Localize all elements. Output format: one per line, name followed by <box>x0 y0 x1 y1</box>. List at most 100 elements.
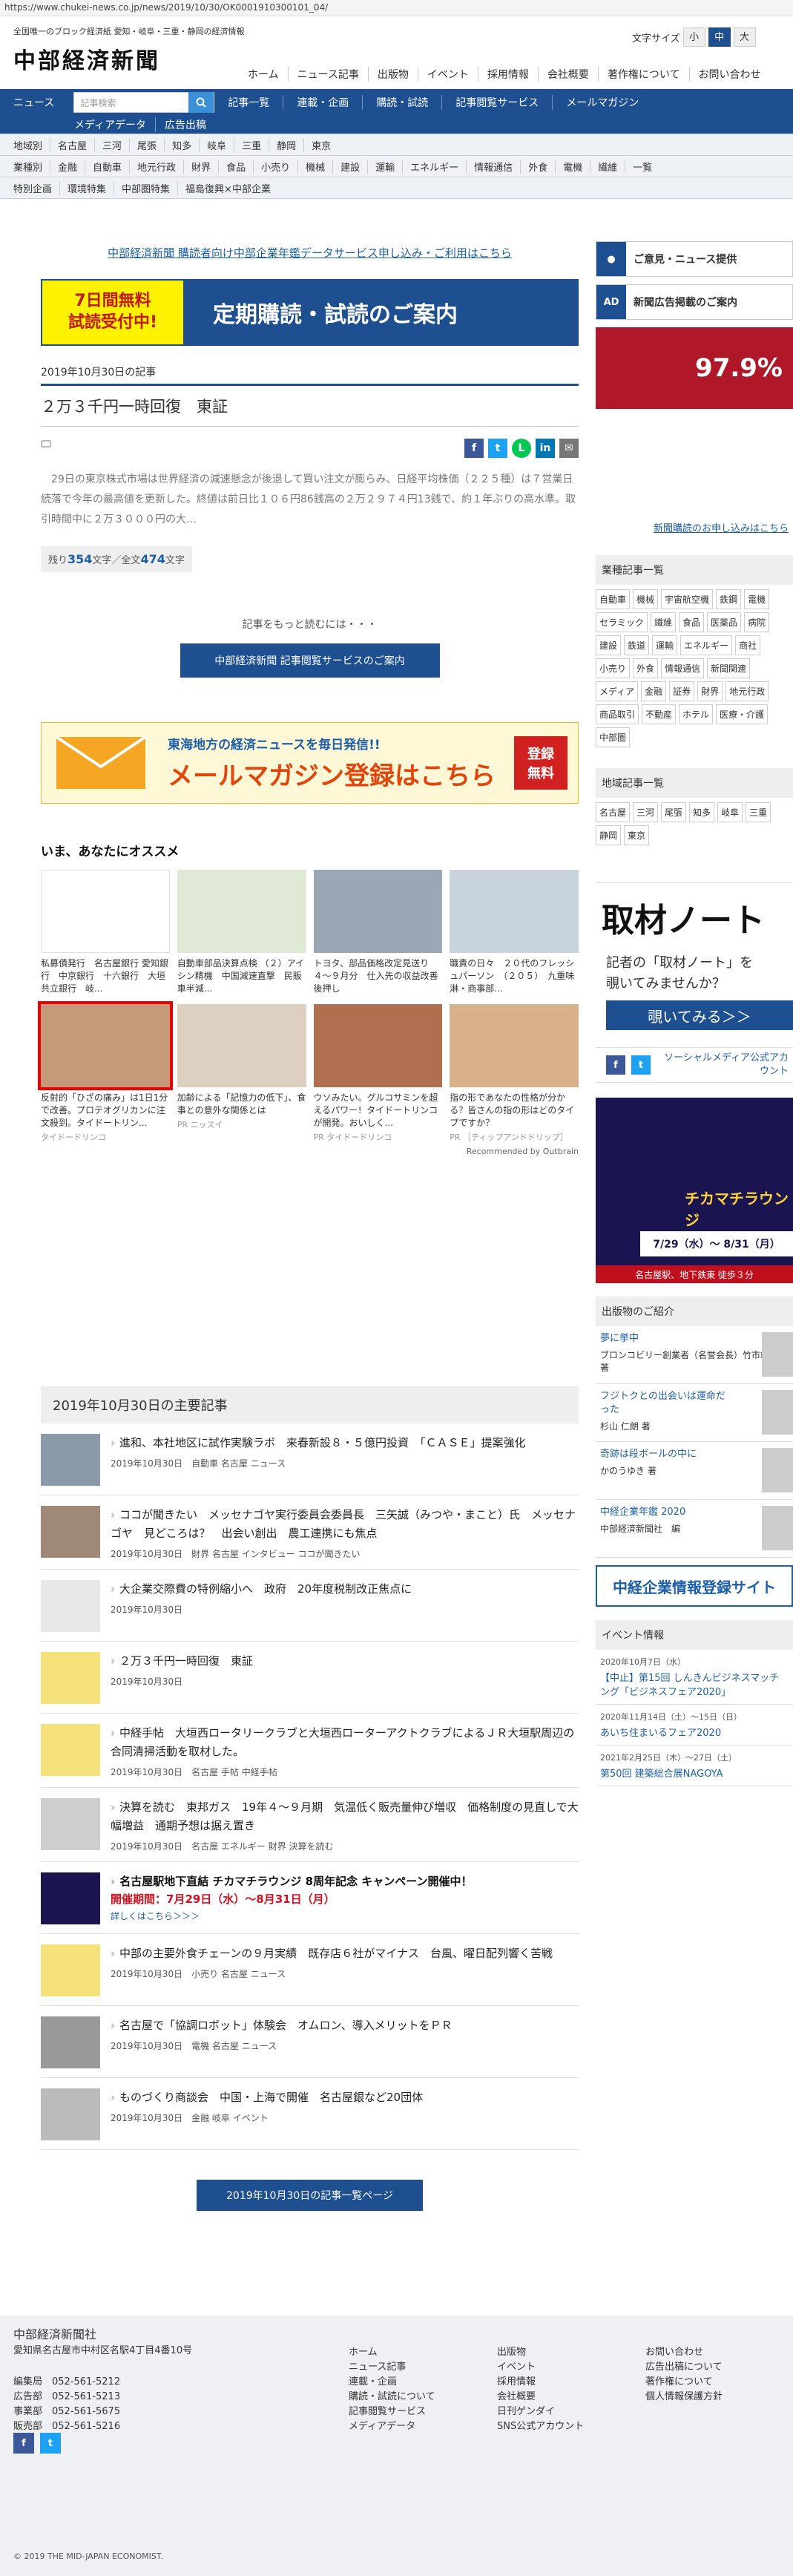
nav-article-service[interactable]: 記事閲覧サービス <box>441 95 552 110</box>
event-name[interactable]: 第50回 建築総合展NAGOYA <box>600 1766 789 1780</box>
book-title[interactable]: 中経企業年鑑 2020 <box>600 1506 734 1519</box>
nav-article-list[interactable]: 記事一覧 <box>214 95 283 110</box>
recommend-image[interactable] <box>177 1004 306 1087</box>
category-link[interactable]: 地元行政 <box>129 159 183 174</box>
footer-link[interactable]: ニュース記事 <box>349 2360 435 2375</box>
industry-chip[interactable]: 不動産 <box>642 704 677 724</box>
recommend-image[interactable] <box>38 1001 173 1090</box>
footer-link[interactable]: 出版物 <box>497 2345 584 2360</box>
article-thumbnail[interactable] <box>41 1944 100 1996</box>
article-thumbnail[interactable] <box>41 1872 100 1924</box>
nav-company[interactable]: 会社概要 <box>537 67 598 82</box>
footer-link[interactable]: イベント <box>497 2360 584 2375</box>
nav-news[interactable]: ニュース記事 <box>287 67 368 82</box>
category-link[interactable]: 繊維 <box>590 159 625 174</box>
mail-icon[interactable]: ✉ <box>559 439 579 458</box>
tosai-button[interactable]: 覗いてみる＞＞ <box>606 1000 793 1030</box>
article-categories[interactable]: 金融 岐阜 イベント <box>191 2113 269 2123</box>
category-link[interactable]: 機械 <box>297 159 332 174</box>
region-chip[interactable]: 知多 <box>689 802 715 822</box>
category-link[interactable]: 三重 <box>234 137 269 152</box>
opinion-box[interactable]: ● ご意見・ニュース提供 <box>596 241 793 277</box>
category-link[interactable]: 尾張 <box>129 137 164 152</box>
industry-chip[interactable]: 鉄鋼 <box>716 589 742 609</box>
book-item[interactable]: 夢に挙中 ブロンコビリー創業者（名誉会長）竹市靖公 著 <box>596 1326 793 1384</box>
article-item[interactable]: 進和、本社地区に試作実験ラボ 来春新設８・５億円投資 「ＣＡＳＥ」提案強化 201… <box>41 1423 579 1495</box>
industry-chip[interactable]: 地元行政 <box>725 681 769 701</box>
nav-publications[interactable]: 出版物 <box>367 67 418 82</box>
footer-link[interactable]: 購読・試読について <box>349 2390 435 2405</box>
recommend-text[interactable]: トヨタ、部品価格改定見送り ４～９月分 仕入先の収益改善後押し <box>314 957 443 995</box>
article-item[interactable]: 中部の主要外食チェーンの９月実績 既存店６社がマイナス 台風、曜日配列響く苦戦 2… <box>41 1934 579 2006</box>
industry-chip[interactable]: 電機 <box>744 589 770 609</box>
article-item[interactable]: 名古屋で「協調ロボット」体験会 オムロン、導入メリットをＰＲ 2019年10月30… <box>41 2006 579 2078</box>
article-thumbnail[interactable] <box>41 1724 100 1776</box>
social-accounts[interactable]: f t ソーシャルメディア公式アカウント <box>596 1047 793 1083</box>
article-title[interactable]: 中部の主要外食チェーンの９月実績 既存店６社がマイナス 台風、曜日配列響く苦戦 <box>111 1944 553 1963</box>
category-link[interactable]: エネルギー <box>402 159 466 174</box>
recommend-item[interactable]: 私募債発行 名古屋銀行 愛知銀行 中京銀行 十六銀行 大垣共立銀行 岐... <box>41 870 170 997</box>
category-link[interactable]: 財界 <box>183 159 218 174</box>
book-cover[interactable] <box>762 1506 793 1550</box>
industry-chip[interactable]: 商品取引 <box>596 704 639 724</box>
nav-mailmag[interactable]: メールマガジン <box>552 95 652 110</box>
region-chip[interactable]: 岐阜 <box>717 802 743 822</box>
article-title[interactable]: 大企業交際費の特例縮小へ 政府 20年度税制改正焦点に <box>111 1580 412 1599</box>
recommend-image[interactable] <box>450 1004 579 1087</box>
article-categories[interactable]: 名古屋 手帖 中経手帖 <box>191 1767 277 1777</box>
recommend-text[interactable]: 加齢による「記憶力の低下」、食事との意外な関係とは <box>177 1092 306 1117</box>
category-link[interactable]: 情報通信 <box>466 159 520 174</box>
article-title[interactable]: 決算を読む 東邦ガス 19年４～９月期 気温低く販売量伸び増収 価格制度の見直し… <box>111 1798 579 1835</box>
footer-link[interactable]: SNS公式アカウント <box>497 2419 584 2434</box>
article-title[interactable]: ココが聞きたい メッセナゴヤ実行委員会委員長 三矢誠（みつや・まこと）氏 メッセ… <box>111 1506 579 1543</box>
url-bar[interactable]: https://www.chukei-news.co.jp/news/2019/… <box>0 0 793 16</box>
book-title[interactable]: フジトクとの出会いは運命だった <box>600 1390 734 1417</box>
article-thumbnail[interactable] <box>41 1434 100 1486</box>
campaign-detail-link[interactable]: 詳しくはこちら＞＞＞ <box>111 1910 473 1922</box>
yearbook-site-banner[interactable]: 中経企業情報登録サイト <box>596 1565 793 1607</box>
book-cover[interactable] <box>762 1332 793 1377</box>
industry-chip[interactable]: 建設 <box>596 635 622 655</box>
lounge-ad[interactable]: チカマチラウンジ 7/29（水）～ 8/31（月） 名古屋駅、地下鉄東 徒歩３分 <box>596 1098 793 1283</box>
recommend-text[interactable]: ウソみたい。グルコサミンを超えるパワー！タイドートリンコが開発。おいしく... <box>314 1092 443 1130</box>
recommend-item[interactable]: 加齢による「記憶力の低下」、食事との意外な関係とは PR ニッスイ <box>177 1004 306 1144</box>
category-link[interactable]: 一覧 <box>625 159 659 174</box>
twitter-icon[interactable]: t <box>488 439 507 458</box>
category-link[interactable]: 運輸 <box>367 159 402 174</box>
recommend-image[interactable] <box>41 870 170 953</box>
nav-ad[interactable]: 広告出稿 <box>155 117 215 132</box>
industry-chip[interactable]: 運輸 <box>652 635 678 655</box>
book-title[interactable]: 夢に挙中 <box>600 1332 734 1346</box>
region-chip[interactable]: 三河 <box>633 802 659 822</box>
recommend-text[interactable]: 反射的「ひざの痛み」は1日1分で改善。プロテオグリカンに注文殺到。タイドートリン… <box>41 1092 170 1130</box>
region-chip[interactable]: 三重 <box>746 802 771 822</box>
site-logo[interactable]: 中部経済新聞 <box>13 42 160 75</box>
category-link[interactable]: 知多 <box>164 137 199 152</box>
category-link[interactable]: 東京 <box>303 137 338 152</box>
industry-chip[interactable]: 病院 <box>744 612 770 632</box>
nav-recruit[interactable]: 採用情報 <box>477 67 538 82</box>
recommend-item[interactable]: 自動車部品決算点検 （２）アイシン精機 中国減速直撃 民販車半減... <box>177 870 306 997</box>
footer-link[interactable]: ホーム <box>349 2345 435 2360</box>
ad-box[interactable]: AD 新聞広告掲載のご案内 <box>596 284 793 320</box>
twitter-icon[interactable]: t <box>40 2433 61 2454</box>
tosai-note-banner[interactable]: 取材ノート 記者の「取材ノート」を 覗いてみませんか？ 覗いてみる＞＞ <box>596 882 793 1031</box>
recommend-text[interactable]: 私募債発行 名古屋銀行 愛知銀行 中京銀行 十六銀行 大垣共立銀行 岐... <box>41 957 170 995</box>
nav-contact[interactable]: お問い合わせ <box>688 67 770 82</box>
industry-chip[interactable]: 財界 <box>697 681 723 701</box>
yearbook-banner-link[interactable]: 中部経済新聞 購読者向け中部企業年鑑データサービス申し込み・ご利用はこちら <box>41 245 579 260</box>
article-thumbnail[interactable] <box>41 1506 100 1558</box>
linkedin-icon[interactable]: in <box>536 439 555 458</box>
recommend-item[interactable]: 職責の日々 ２０代のフレッシュパーソン （２０５） 九重味淋・商事部... <box>450 870 579 997</box>
nav-copyright[interactable]: 著作権について <box>597 67 689 82</box>
event-name[interactable]: あいち住まいるフェア2020 <box>600 1725 789 1739</box>
category-link[interactable]: 名古屋 <box>50 137 94 152</box>
article-categories[interactable]: 電機 名古屋 ニュース <box>191 2041 277 2051</box>
event-item[interactable]: 2020年10月7日（水） 【中止】第15回 しんきんビジネスマッチング「ビジネス… <box>596 1650 793 1705</box>
facebook-icon[interactable]: f <box>13 2433 34 2454</box>
industry-chip[interactable]: 新聞関連 <box>707 658 751 678</box>
book-item[interactable]: 奇跡は段ボールの中に かのうゆき 著 <box>596 1442 793 1500</box>
industry-chip[interactable]: 商社 <box>735 635 761 655</box>
nav-events[interactable]: イベント <box>417 67 478 82</box>
article-thumbnail[interactable] <box>41 1798 100 1850</box>
